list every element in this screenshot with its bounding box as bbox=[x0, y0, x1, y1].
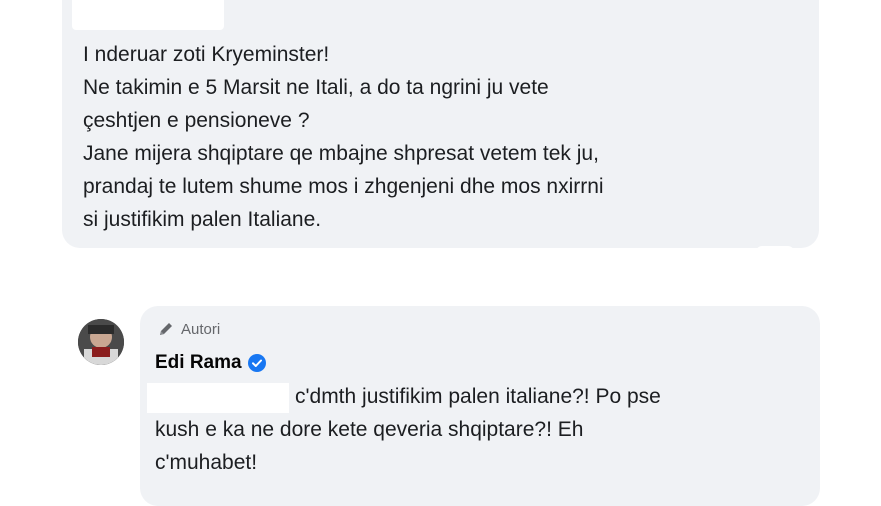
verified-badge-icon bbox=[247, 354, 266, 372]
reply-author[interactable]: Edi Rama bbox=[155, 352, 266, 374]
author-name-text[interactable]: Edi Rama bbox=[155, 352, 242, 374]
avatar-image bbox=[78, 319, 124, 365]
comment-text: I nderuar zoti Kryeminster! Ne takimin e… bbox=[83, 38, 803, 236]
comment-line: I nderuar zoti Kryeminster! bbox=[83, 43, 330, 66]
comment-line: çeshtjen e pensioneve ? bbox=[83, 109, 310, 132]
redacted-commenter-name bbox=[72, 0, 224, 30]
comment-line: si justifikim palen Italiane. bbox=[83, 208, 322, 231]
comment-line: prandaj te lutem shume mos i zhgenjeni d… bbox=[83, 175, 604, 198]
reply-line: c'muhabet! bbox=[155, 451, 258, 474]
reply-line: c'dmth justifikim palen italiane?! Po ps… bbox=[295, 385, 661, 408]
author-badge-label: Autori bbox=[181, 320, 221, 338]
pencil-icon bbox=[160, 323, 172, 335]
comment-line: Ne takimin e 5 Marsit ne Itali, a do ta … bbox=[83, 76, 549, 99]
avatar[interactable] bbox=[78, 319, 124, 365]
comment-line: Jane mijera shqiptare qe mbajne shpresat… bbox=[83, 142, 599, 165]
author-badge: Autori bbox=[157, 320, 220, 338]
reply-line: kush e ka ne dore kete qeveria shqiptare… bbox=[155, 418, 584, 441]
bubble-notch bbox=[756, 246, 794, 258]
reply-text: c'dmth justifikim palen italiane?! Po ps… bbox=[155, 380, 815, 479]
